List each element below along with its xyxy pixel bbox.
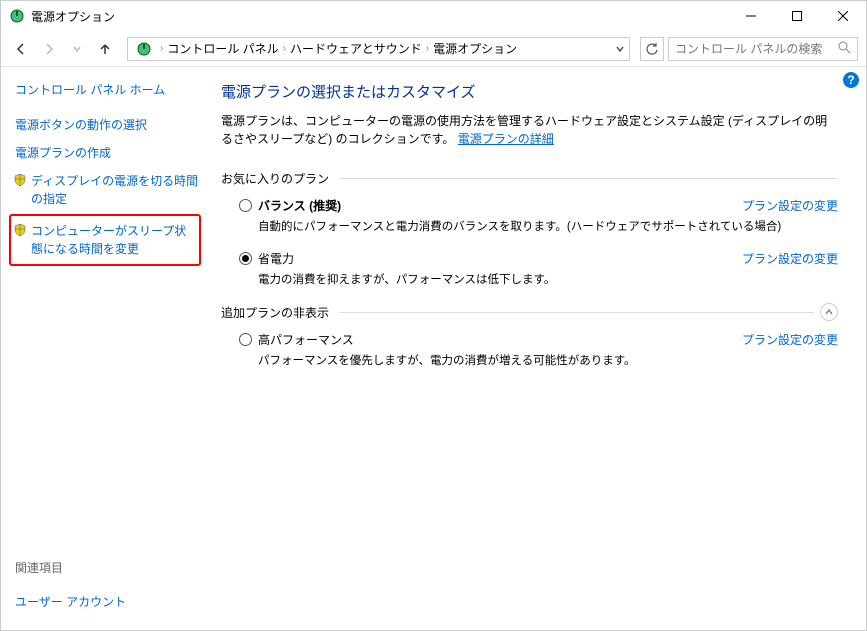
additional-plans-title[interactable]: 追加プランの非表示 (221, 303, 838, 321)
sidebar-link-label: ディスプレイの電源を切る時間の指定 (31, 174, 198, 206)
chevron-right-icon: › (283, 43, 286, 54)
highlighted-sidebar-item: コンピューターがスリープ状態になる時間を変更 (9, 214, 201, 266)
chevron-right-icon: › (160, 43, 163, 54)
edit-plan-link[interactable]: プラン設定の変更 (742, 331, 838, 348)
plan-high-performance: 高パフォーマンス プラン設定の変更 パフォーマンスを優先しますが、電力の消費が増… (239, 331, 838, 368)
window-title: 電源オプション (31, 8, 728, 25)
page-description: 電源プランは、コンピューターの電源の使用方法を管理するハードウェア設定とシステム… (221, 112, 838, 148)
plan-radio[interactable] (239, 199, 252, 212)
related-title: 関連項目 (15, 559, 63, 576)
chevron-right-icon: › (426, 43, 429, 54)
plan-name[interactable]: 省電力 (258, 250, 294, 267)
maximize-button[interactable] (774, 1, 820, 31)
sidebar-link-label: コンピューターがスリープ状態になる時間を変更 (31, 224, 186, 256)
recent-dropdown[interactable] (65, 37, 89, 61)
up-button[interactable] (93, 37, 117, 61)
plan-description: パフォーマンスを優先しますが、電力の消費が増える可能性があります。 (258, 352, 838, 368)
sidebar-link-power-button[interactable]: 電源ボタンの動作の選択 (15, 116, 201, 134)
breadcrumb-item[interactable]: コントロール パネル (167, 40, 278, 57)
search-icon (838, 41, 851, 57)
titlebar: 電源オプション (1, 1, 866, 31)
sidebar-link-create-plan[interactable]: 電源プランの作成 (15, 144, 201, 162)
back-button[interactable] (9, 37, 33, 61)
divider (339, 312, 814, 313)
plan-description: 自動的にパフォーマンスと電力消費のバランスを取ります。(ハードウェアでサポートさ… (258, 218, 838, 234)
edit-plan-link[interactable]: プラン設定の変更 (742, 250, 838, 267)
shield-icon (13, 173, 27, 187)
section-label: 追加プランの非表示 (221, 304, 329, 321)
breadcrumb-icon (136, 41, 152, 57)
plan-radio[interactable] (239, 333, 252, 346)
shield-icon (13, 223, 27, 237)
plan-name[interactable]: バランス (推奨) (258, 197, 341, 214)
refresh-button[interactable] (640, 37, 664, 61)
body: ? コントロール パネル ホーム 電源ボタンの動作の選択 電源プランの作成 ディ… (1, 67, 866, 630)
breadcrumb-item[interactable]: 電源オプション (433, 40, 517, 57)
plan-details-link[interactable]: 電源プランの詳細 (458, 132, 554, 146)
breadcrumb-dropdown[interactable] (615, 44, 625, 54)
sidebar-link-display-off[interactable]: ディスプレイの電源を切る時間の指定 (15, 172, 201, 208)
page-heading: 電源プランの選択またはカスタマイズ (221, 81, 838, 102)
main-content: 電源プランの選択またはカスタマイズ 電源プランは、コンピューターの電源の使用方法… (211, 67, 866, 630)
app-icon (9, 8, 25, 24)
plan-description: 電力の消費を抑えますが、パフォーマンスは低下します。 (258, 271, 838, 287)
plan-power-saver: 省電力 プラン設定の変更 電力の消費を抑えますが、パフォーマンスは低下します。 (239, 250, 838, 287)
edit-plan-link[interactable]: プラン設定の変更 (742, 197, 838, 214)
collapse-button[interactable] (820, 303, 838, 321)
search-input[interactable] (675, 42, 838, 56)
close-button[interactable] (820, 1, 866, 31)
plan-name[interactable]: 高パフォーマンス (258, 331, 354, 348)
related-link-user-accounts[interactable]: ユーザー アカウント (15, 593, 126, 610)
breadcrumb-item[interactable]: ハードウェアとサウンド (290, 40, 422, 57)
favorite-plans-title: お気に入りのプラン (221, 170, 838, 187)
section-label: お気に入りのプラン (221, 170, 329, 187)
navbar: › コントロール パネル › ハードウェアとサウンド › 電源オプション (1, 31, 866, 67)
breadcrumb[interactable]: › コントロール パネル › ハードウェアとサウンド › 電源オプション (127, 37, 630, 61)
forward-button[interactable] (37, 37, 61, 61)
plan-balance: バランス (推奨) プラン設定の変更 自動的にパフォーマンスと電力消費のバランス… (239, 197, 838, 234)
sidebar: コントロール パネル ホーム 電源ボタンの動作の選択 電源プランの作成 ディスプ… (1, 67, 211, 630)
sidebar-link-sleep-time[interactable]: コンピューターがスリープ状態になる時間を変更 (15, 222, 195, 258)
search-box[interactable] (668, 37, 858, 61)
control-panel-home-link[interactable]: コントロール パネル ホーム (15, 81, 201, 98)
divider (339, 178, 838, 179)
minimize-button[interactable] (728, 1, 774, 31)
plan-radio[interactable] (239, 252, 252, 265)
